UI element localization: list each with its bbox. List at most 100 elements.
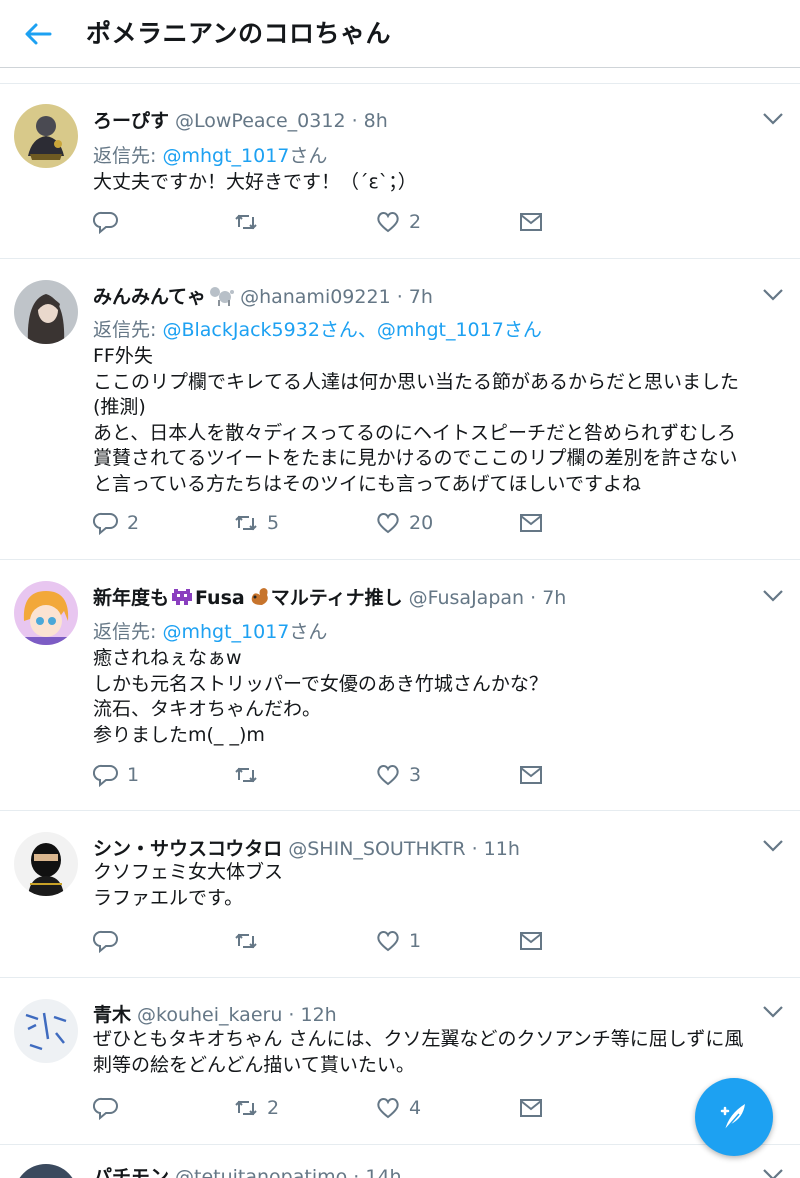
retweet-button[interactable]: 5 <box>233 509 279 537</box>
reply-icon <box>93 1097 118 1121</box>
tweet-actions: 1 <box>93 927 553 955</box>
reply-button[interactable] <box>93 208 127 236</box>
reply-button[interactable] <box>93 927 127 955</box>
avatar[interactable] <box>14 832 78 896</box>
tweet-actions: 1 3 <box>93 761 553 789</box>
heart-icon <box>377 212 399 233</box>
user-handle[interactable]: @tetuitanopatimo <box>175 1166 347 1178</box>
tweet-text: FF外失 ここのリプ欄でキレてる人達は何か思い当たる節があるからだと思いました … <box>93 345 740 495</box>
share-button[interactable] <box>518 761 544 789</box>
tweet-text: 癒されねぇなぁw しかも元名ストリッパーで女優のあき竹城さんかな？ 流石、タキオ… <box>93 647 548 746</box>
timestamp: · 7h <box>530 587 567 609</box>
squirrel-emoji-icon <box>251 588 268 605</box>
avatar[interactable] <box>14 581 78 645</box>
display-name[interactable]: 新年度も Fusa マルティナ推し <box>93 587 403 609</box>
user-handle[interactable]: @hanami09221 <box>240 286 391 308</box>
poodle-emoji-icon <box>210 287 235 306</box>
display-name[interactable]: シン・サウスコウタロ <box>93 838 282 860</box>
reply-icon <box>93 930 118 954</box>
reply-icon <box>93 211 118 235</box>
share-envelope-icon <box>520 932 542 950</box>
retweet-button[interactable] <box>233 927 267 955</box>
tweet-text: クソフェミ女大体ブス ラファエルです。 <box>93 861 284 909</box>
chevron-down-icon[interactable] <box>762 288 784 302</box>
like-button[interactable]: 20 <box>375 509 433 537</box>
share-envelope-icon <box>520 766 542 784</box>
tweet-text: 大丈夫ですか！大好きです！（´ε`；） <box>93 171 417 193</box>
tweet-actions: 2 4 <box>93 1094 553 1122</box>
retweet-button[interactable]: 2 <box>233 1094 279 1122</box>
tweet-actions: 2 <box>93 208 553 236</box>
retweet-button[interactable] <box>233 208 267 236</box>
display-name[interactable]: ろーぴす <box>93 110 169 132</box>
timestamp: · 12h <box>288 1004 337 1026</box>
share-button[interactable] <box>518 927 544 955</box>
reply-button[interactable] <box>93 1094 127 1122</box>
retweet-icon <box>235 515 257 531</box>
chevron-down-icon[interactable] <box>762 1005 784 1019</box>
retweet-button[interactable] <box>233 761 267 789</box>
retweet-icon <box>235 1100 257 1116</box>
heart-icon <box>377 1098 399 1119</box>
avatar[interactable] <box>14 1164 78 1178</box>
compose-tweet-button[interactable] <box>695 1078 773 1156</box>
tweet[interactable]: みんみんてゃ @hanami09221 · 7h 返信先: @BlackJack5… <box>0 260 800 560</box>
back-arrow-icon[interactable] <box>22 18 54 50</box>
timestamp: · 11h <box>471 838 520 860</box>
user-handle[interactable]: @kouhei_kaeru <box>137 1004 282 1026</box>
reply-context: 返信先: @mhgt_1017さん <box>93 145 328 167</box>
reply-icon <box>93 512 118 536</box>
tweet-header: みんみんてゃ @hanami09221 · 7h <box>93 282 433 309</box>
timestamp: · 14h <box>353 1166 402 1178</box>
like-button[interactable]: 4 <box>375 1094 421 1122</box>
space-invader-emoji-icon <box>172 589 193 605</box>
like-button[interactable]: 2 <box>375 208 421 236</box>
reply-button[interactable]: 2 <box>93 509 139 537</box>
tweet-header: シン・サウスコウタロ @SHIN_SOUTHKTR · 11h <box>93 834 520 861</box>
tweet[interactable]: ろーぴす @LowPeace_0312 · 8h 返信先: @mhgt_1017さ… <box>0 84 800 259</box>
tweet[interactable]: 新年度も Fusa マルティナ推し @FusaJapan · 7h 返信先: @mhg… <box>0 561 800 811</box>
share-envelope-icon <box>520 1099 542 1117</box>
share-button[interactable] <box>518 208 544 236</box>
avatar[interactable] <box>14 280 78 344</box>
like-button[interactable]: 3 <box>375 761 421 789</box>
share-envelope-icon <box>520 213 542 231</box>
heart-icon <box>377 765 399 786</box>
tweet[interactable]: 青木 @kouhei_kaeru · 12h ぜひともタキオちゃん さんには、クソ… <box>0 979 800 1145</box>
chevron-down-icon[interactable] <box>762 589 784 603</box>
reply-button[interactable]: 1 <box>93 761 139 789</box>
page-title: ポメラニアンのコロちゃん <box>86 19 392 48</box>
display-name[interactable]: みんみんてゃ <box>93 286 206 308</box>
timestamp: · 8h <box>351 110 388 132</box>
tweet[interactable]: シン・サウスコウタロ @SHIN_SOUTHKTR · 11h クソフェミ女大体ブ… <box>0 812 800 978</box>
share-envelope-icon <box>520 514 542 532</box>
display-name[interactable]: パチモン <box>93 1166 169 1178</box>
user-handle[interactable]: @LowPeace_0312 <box>175 110 346 132</box>
tweet-text: ぜひともタキオちゃん さんには、クソ左翼などのクソアンチ等に屈しずに風 刺等の絵… <box>93 1028 744 1076</box>
reply-mention-link[interactable]: @mhgt_1017 <box>162 621 289 643</box>
tweet[interactable]: パチモン @tetuitanopatimo · 14h <box>0 1146 800 1178</box>
avatar[interactable] <box>14 999 78 1063</box>
user-handle[interactable]: @FusaJapan <box>409 587 524 609</box>
like-button[interactable]: 1 <box>375 927 421 955</box>
tweet-actions: 2 5 20 <box>93 509 553 537</box>
reply-mention-link[interactable]: @mhgt_1017 <box>162 145 289 167</box>
avatar[interactable] <box>14 104 78 168</box>
reply-mention-link[interactable]: @BlackJack5932さん、@mhgt_1017 <box>162 319 503 341</box>
tweet-header: パチモン @tetuitanopatimo · 14h <box>93 1162 402 1178</box>
user-handle[interactable]: @SHIN_SOUTHKTR <box>288 838 465 860</box>
chevron-down-icon[interactable] <box>762 839 784 853</box>
chevron-down-icon[interactable] <box>762 1168 784 1178</box>
retweet-icon <box>235 767 257 783</box>
heart-icon <box>377 513 399 534</box>
tweet-header: 新年度も Fusa マルティナ推し @FusaJapan · 7h <box>93 583 566 610</box>
timeline-top-divider <box>0 69 800 84</box>
top-app-bar: ポメラニアンのコロちゃん <box>0 0 800 68</box>
reply-icon <box>93 764 118 788</box>
display-name[interactable]: 青木 <box>93 1004 131 1026</box>
chevron-down-icon[interactable] <box>762 112 784 126</box>
share-button[interactable] <box>518 509 544 537</box>
share-button[interactable] <box>518 1094 544 1122</box>
tweet-header: 青木 @kouhei_kaeru · 12h <box>93 1000 337 1027</box>
timestamp: · 7h <box>396 286 433 308</box>
